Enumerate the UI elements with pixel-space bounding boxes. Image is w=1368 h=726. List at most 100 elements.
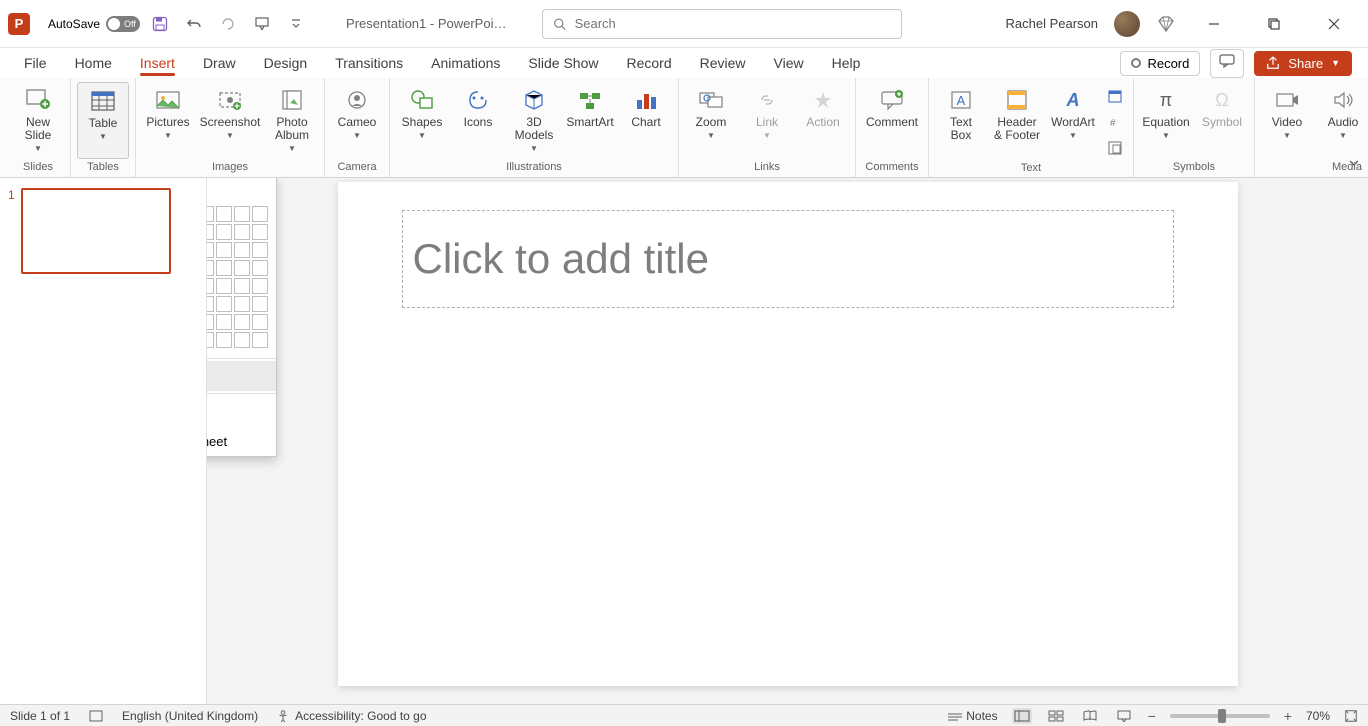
zoom-percent[interactable]: 70%	[1306, 709, 1330, 723]
spellcheck-icon[interactable]	[88, 709, 104, 723]
minimize-button[interactable]	[1192, 9, 1236, 39]
canvas-area[interactable]: Insert Table Insert Table… Draw Table X …	[207, 178, 1368, 704]
table-grid-cell[interactable]	[252, 278, 268, 294]
table-grid-cell[interactable]	[216, 260, 232, 276]
icons-button[interactable]: Icons	[452, 82, 504, 159]
tab-draw[interactable]: Draw	[189, 51, 250, 75]
autosave-toggle[interactable]: AutoSave Off	[48, 16, 140, 32]
table-grid-cell[interactable]	[252, 314, 268, 330]
maximize-button[interactable]	[1252, 9, 1296, 39]
tab-animations[interactable]: Animations	[417, 51, 514, 75]
table-grid-cell[interactable]	[207, 206, 214, 222]
video-button[interactable]: Video ▼	[1261, 82, 1313, 159]
qat-more-button[interactable]	[286, 14, 306, 34]
slide-panel[interactable]: 1	[0, 178, 207, 704]
collapse-ribbon-button[interactable]	[1348, 158, 1360, 171]
audio-button[interactable]: Audio ▼	[1317, 82, 1368, 159]
table-grid-cell[interactable]	[207, 278, 214, 294]
avatar[interactable]	[1114, 11, 1140, 37]
redo-button[interactable]	[218, 14, 238, 34]
table-grid-cell[interactable]	[234, 278, 250, 294]
table-grid-cell[interactable]	[207, 260, 214, 276]
diamond-icon[interactable]	[1156, 14, 1176, 34]
insert-table-menu-item[interactable]: Insert Table…	[207, 361, 276, 391]
language-status[interactable]: English (United Kingdom)	[122, 709, 258, 723]
table-grid-cell[interactable]	[234, 224, 250, 240]
table-grid-cell[interactable]	[234, 314, 250, 330]
fit-to-window-button[interactable]	[1344, 709, 1358, 723]
table-grid-cell[interactable]	[207, 242, 214, 258]
search-input[interactable]	[575, 16, 892, 31]
tab-design[interactable]: Design	[250, 51, 322, 75]
tab-view[interactable]: View	[760, 51, 818, 75]
smartart-button[interactable]: SmartArt	[564, 82, 616, 159]
table-grid-cell[interactable]	[252, 332, 268, 348]
accessibility-status[interactable]: Accessibility: Good to go	[276, 709, 426, 723]
sorter-view-button[interactable]	[1046, 708, 1066, 724]
models-button[interactable]: 3D Models ▼	[508, 82, 560, 159]
zoom-in-button[interactable]: +	[1284, 708, 1292, 724]
table-grid-cell[interactable]	[207, 332, 214, 348]
table-grid-cell[interactable]	[216, 332, 232, 348]
screenshot-button[interactable]: Screenshot ▼	[198, 82, 262, 159]
table-grid-cell[interactable]	[252, 260, 268, 276]
table-grid-cell[interactable]	[207, 314, 214, 330]
excel-spreadsheet-menu-item[interactable]: X Excel Spreadsheet	[207, 426, 276, 456]
save-button[interactable]	[150, 14, 170, 34]
slide-canvas[interactable]: Click to add title	[338, 182, 1238, 686]
table-grid-cell[interactable]	[207, 296, 214, 312]
table-grid-cell[interactable]	[252, 206, 268, 222]
insert-table-grid[interactable]	[207, 206, 276, 356]
equation-button[interactable]: π Equation ▼	[1140, 82, 1192, 159]
comments-button[interactable]	[1210, 49, 1244, 78]
slideshow-view-button[interactable]	[1114, 708, 1134, 724]
photo-album-button[interactable]: Photo Album ▼	[266, 82, 318, 159]
tab-file[interactable]: File	[10, 51, 61, 75]
text-box-button[interactable]: A Text Box	[935, 82, 987, 160]
autosave-switch[interactable]: Off	[106, 16, 140, 32]
tab-record[interactable]: Record	[612, 51, 685, 75]
normal-view-button[interactable]	[1012, 708, 1032, 724]
zoom-out-button[interactable]: −	[1148, 708, 1156, 724]
title-placeholder[interactable]: Click to add title	[402, 210, 1174, 308]
close-button[interactable]	[1312, 9, 1356, 39]
undo-button[interactable]	[184, 14, 204, 34]
table-grid-cell[interactable]	[234, 296, 250, 312]
notes-button[interactable]: Notes	[948, 709, 997, 723]
zoom-slider-thumb[interactable]	[1218, 709, 1226, 723]
date-time-button[interactable]	[1103, 84, 1127, 108]
table-grid-cell[interactable]	[252, 224, 268, 240]
slide-thumb-item[interactable]: 1	[8, 188, 198, 274]
table-grid-cell[interactable]	[216, 278, 232, 294]
present-button[interactable]	[252, 14, 272, 34]
table-grid-cell[interactable]	[216, 224, 232, 240]
wordart-button[interactable]: A WordArt ▼	[1047, 82, 1099, 160]
table-grid-cell[interactable]	[216, 242, 232, 258]
cameo-button[interactable]: Cameo ▼	[331, 82, 383, 159]
chart-button[interactable]: Chart	[620, 82, 672, 159]
header-footer-button[interactable]: Header & Footer	[991, 82, 1043, 160]
table-grid-cell[interactable]	[216, 314, 232, 330]
record-button[interactable]: Record	[1120, 51, 1200, 76]
object-button[interactable]	[1103, 136, 1127, 160]
slide-thumbnail[interactable]	[21, 188, 171, 274]
table-grid-cell[interactable]	[234, 260, 250, 276]
zoom-button[interactable]: Zoom ▼	[685, 82, 737, 159]
pictures-button[interactable]: Pictures ▼	[142, 82, 194, 159]
table-button[interactable]: Table ▼	[77, 82, 129, 159]
draw-table-menu-item[interactable]: Draw Table	[207, 396, 276, 426]
comment-button[interactable]: Comment	[862, 82, 922, 159]
share-button[interactable]: Share ▼	[1254, 51, 1352, 76]
table-grid-cell[interactable]	[234, 242, 250, 258]
table-grid-cell[interactable]	[207, 224, 214, 240]
zoom-slider[interactable]	[1170, 714, 1270, 718]
tab-insert[interactable]: Insert	[126, 51, 189, 75]
tab-home[interactable]: Home	[61, 51, 126, 75]
tab-transitions[interactable]: Transitions	[321, 51, 417, 75]
table-grid-cell[interactable]	[216, 206, 232, 222]
tab-slide-show[interactable]: Slide Show	[514, 51, 612, 75]
table-grid-cell[interactable]	[234, 332, 250, 348]
reading-view-button[interactable]	[1080, 708, 1100, 724]
table-grid-cell[interactable]	[216, 296, 232, 312]
shapes-button[interactable]: Shapes ▼	[396, 82, 448, 159]
